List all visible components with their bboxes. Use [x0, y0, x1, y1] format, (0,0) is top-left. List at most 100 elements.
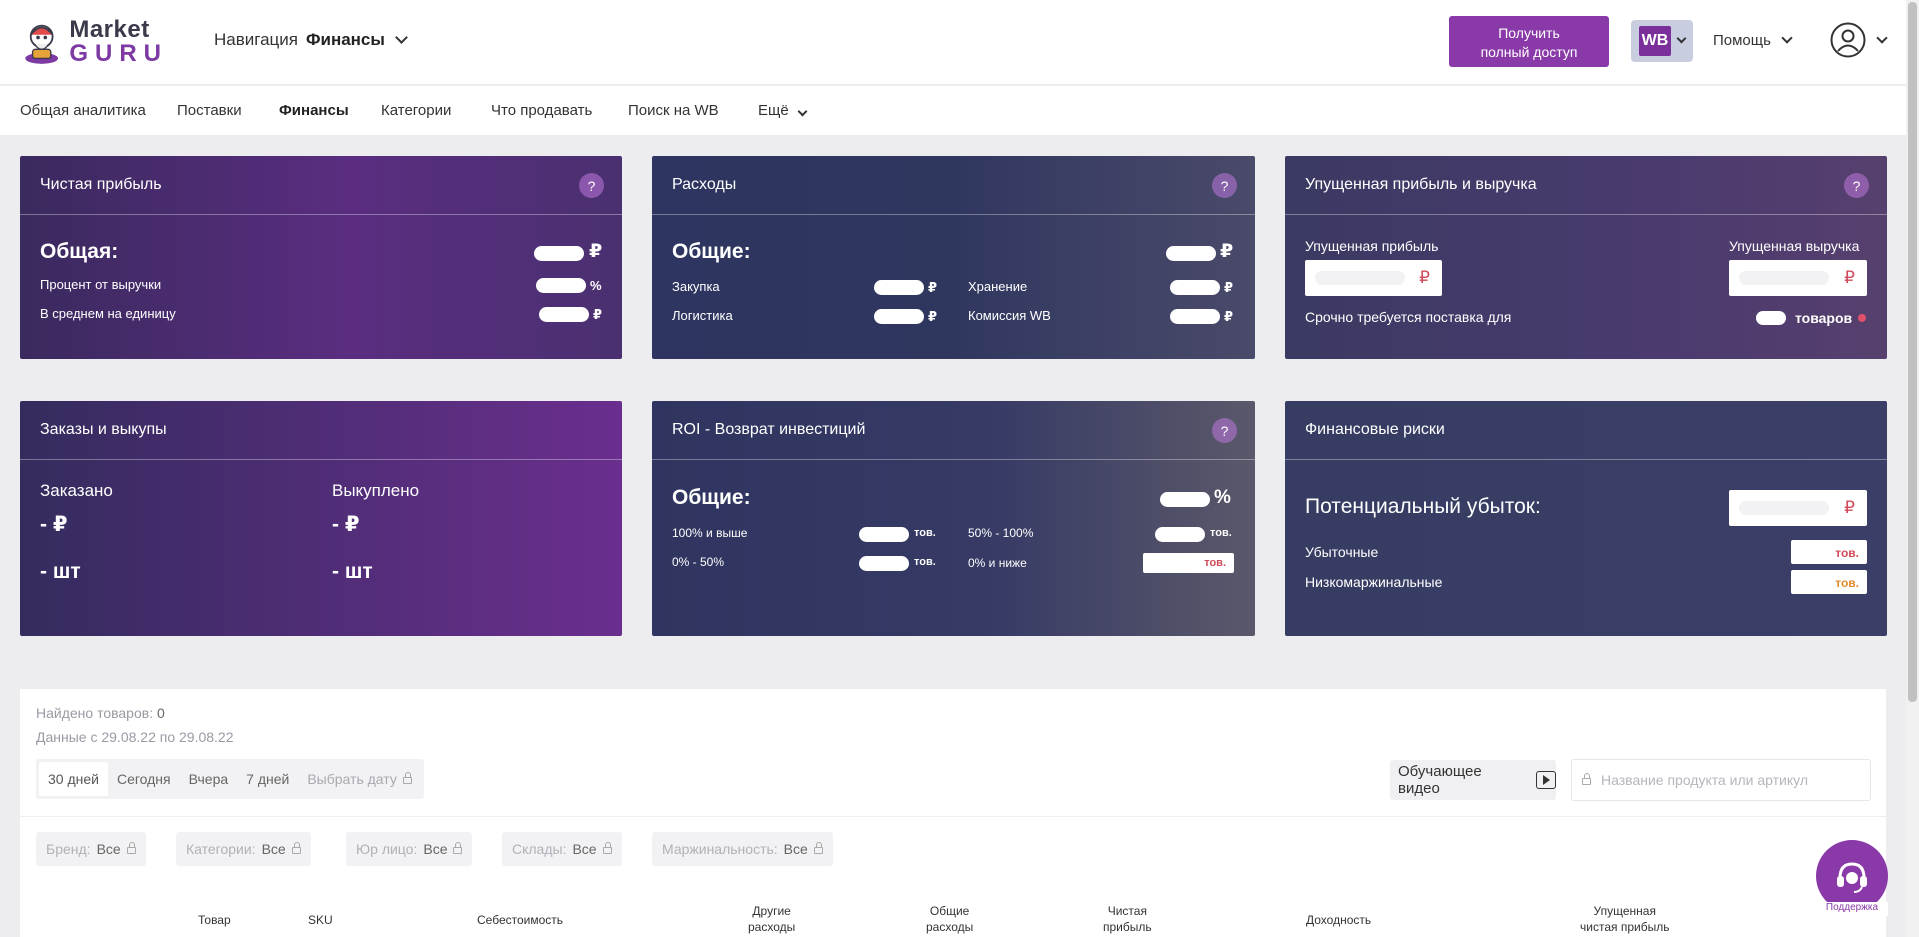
card-title: Упущенная прибыль и выручка [1305, 176, 1537, 193]
tab-finance[interactable]: Финансы [279, 102, 349, 119]
column-net-profit[interactable]: Чистая прибыль [1103, 903, 1152, 935]
lost-revenue-value: ₽ [1729, 260, 1867, 296]
card-header: Заказы и выкупы [20, 401, 622, 460]
chevron-down-icon [1781, 32, 1793, 44]
lost-profit-card: Упущенная прибыль и выручка ? Упущенная … [1285, 156, 1887, 359]
tab-supplies[interactable]: Поставки [177, 102, 242, 119]
currency-icon: ₽ [928, 309, 938, 324]
lost-revenue-label: Упущенная выручка [1729, 238, 1860, 254]
card-title: ROI - Возврат инвестиций [672, 421, 866, 438]
lost-profit-value: ₽ [1305, 260, 1442, 296]
card-header: ROI - Возврат инвестиций ? [652, 401, 1255, 460]
chevron-down-icon [797, 106, 808, 117]
navigation-dropdown[interactable]: Навигация Финансы [214, 30, 408, 50]
currency-icon: ₽ [1224, 280, 1234, 295]
column-lost-profit[interactable]: Упущенная чистая прибыль [1580, 903, 1669, 935]
tab-what-to-sell[interactable]: Что продавать [491, 102, 592, 119]
search-placeholder: Название продукта или артикул [1601, 772, 1809, 788]
user-avatar-icon [1830, 22, 1866, 58]
divider [20, 816, 1886, 817]
urgent-supply-label: Срочно требуется поставка для [1305, 309, 1512, 325]
card-title: Чистая прибыль [40, 176, 162, 193]
found-label: Найдено товаров: [36, 705, 154, 721]
filter-categories[interactable]: Категории: Все [176, 832, 311, 866]
card-title: Заказы и выкупы [40, 421, 167, 438]
value-placeholder [1155, 527, 1205, 542]
wb-badge: WB [1639, 26, 1671, 56]
logo-line-2: GURU [69, 40, 168, 67]
products-table-header: Товар SKU Себестоимость Другие расходы Об… [20, 889, 1886, 937]
page-scrollbar[interactable] [1906, 0, 1919, 937]
column-line: Другие [752, 904, 791, 918]
column-sku[interactable]: SKU [308, 912, 333, 928]
headset-icon [1837, 862, 1867, 893]
date-custom-button[interactable]: Выбрать дату [298, 762, 421, 796]
filter-brand[interactable]: Бренд: Все [36, 832, 146, 866]
scrollbar-thumb[interactable] [1908, 2, 1917, 702]
lock-icon [291, 841, 301, 854]
section-tabs: Общая аналитика Поставки Финансы Категор… [0, 85, 1906, 135]
filter-value: Все [423, 841, 448, 857]
column-total-expenses[interactable]: Общие расходы [926, 903, 973, 935]
column-line: прибыль [1103, 920, 1152, 935]
value-placeholder [534, 246, 584, 261]
date-yesterday-button[interactable]: Вчера [180, 762, 238, 796]
bought-pcs: - шт [332, 560, 373, 583]
roi-range-label: 100% и выше [672, 526, 748, 540]
help-dropdown[interactable]: Помощь [1713, 32, 1793, 49]
help-icon[interactable]: ? [1844, 173, 1869, 198]
column-cost[interactable]: Себестоимость [477, 912, 563, 928]
value-placeholder [1160, 492, 1210, 507]
column-yield[interactable]: Доходность [1306, 912, 1371, 928]
tutorial-video-button[interactable]: Обучающее видео [1390, 760, 1556, 800]
filter-legal-entity[interactable]: Юр лицо: Все [346, 832, 473, 866]
cta-line-2: полный доступ [1480, 43, 1578, 60]
value-placeholder [1739, 501, 1829, 515]
goods-unit: тов. [1210, 527, 1232, 539]
tab-search-wb[interactable]: Поиск на WB [628, 102, 719, 119]
lock-icon [602, 841, 612, 854]
navigation-label: Навигация [214, 30, 298, 49]
filter-warehouses[interactable]: Склады: Все [502, 832, 622, 866]
support-label: Поддержка [1816, 902, 1888, 916]
column-other-expenses[interactable]: Другие расходы [748, 903, 795, 935]
goods-unit: тов. [914, 527, 936, 539]
filter-margin[interactable]: Маржинальность: Все [652, 832, 833, 866]
card-header: Расходы ? [652, 156, 1255, 215]
marketplace-selector[interactable]: WB [1631, 20, 1693, 62]
currency-icon: ₽ [1224, 309, 1234, 324]
lock-icon [126, 841, 136, 854]
bought-rub: - ₽ [332, 513, 360, 536]
product-search-input[interactable]: Название продукта или артикул [1571, 759, 1871, 801]
date-7-days-button[interactable]: 7 дней [237, 762, 298, 796]
filter-value: Все [572, 841, 597, 857]
tab-categories[interactable]: Категории [381, 102, 451, 119]
roi-card: ROI - Возврат инвестиций ? Общие: % 100%… [652, 401, 1255, 636]
date-today-button[interactable]: Сегодня [108, 762, 180, 796]
get-full-access-button[interactable]: Получить полный доступ [1449, 16, 1609, 67]
row-label: Процент от выручки [40, 277, 162, 292]
orders-card: Заказы и выкупы Заказано Выкуплено - ₽ -… [20, 401, 622, 636]
filter-label: Маржинальность: [662, 841, 778, 857]
column-product[interactable]: Товар [198, 912, 231, 928]
card-title: Расходы [672, 176, 737, 193]
roi-range-label: 50% - 100% [968, 526, 1034, 540]
commission-label: Комиссия WB [968, 308, 1051, 323]
logo[interactable]: Market GURU [18, 14, 168, 70]
tab-more[interactable]: Ещё [758, 102, 808, 119]
card-header: Чистая прибыль ? [20, 156, 622, 215]
potential-loss-value: ₽ [1729, 490, 1867, 526]
help-icon[interactable]: ? [1212, 173, 1237, 198]
date-30-days-button[interactable]: 30 дней [39, 762, 108, 796]
value-placeholder [874, 280, 924, 295]
alert-dot-icon [1858, 314, 1866, 322]
value-placeholder [536, 278, 586, 293]
column-line: Упущенная [1593, 904, 1656, 918]
value-placeholder [1166, 246, 1216, 261]
tab-general-analytics[interactable]: Общая аналитика [20, 102, 146, 119]
help-icon[interactable]: ? [1212, 418, 1237, 443]
currency-icon: ₽ [1419, 268, 1430, 287]
help-icon[interactable]: ? [579, 173, 604, 198]
total-label: Общие: [672, 240, 751, 263]
profile-menu[interactable] [1830, 22, 1888, 58]
